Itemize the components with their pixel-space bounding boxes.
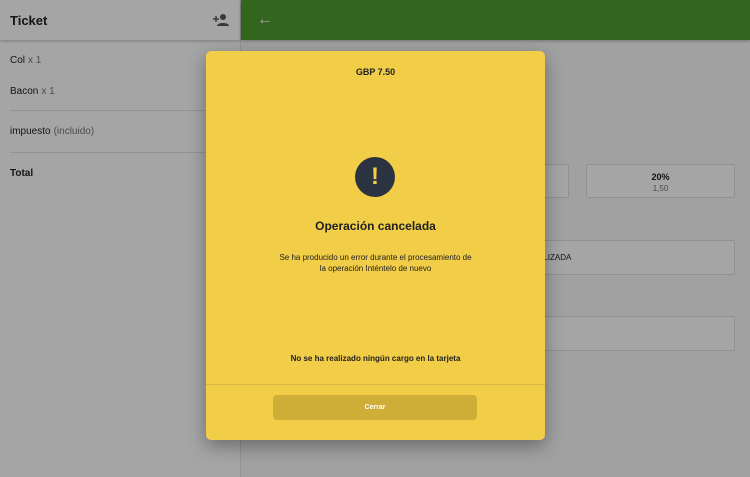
dialog-message: Se ha producido un error durante el proc… [279,253,472,273]
dialog-note: No se ha realizado ningún cargo en la ta… [290,354,461,363]
alert-exclamation-icon: ! [355,157,395,197]
dialog-amount: GBP 7.50 [355,67,396,77]
payment-error-dialog: GBP 7.50 ! Operación cancelada Se ha pro… [206,51,545,440]
divider [206,384,545,385]
dialog-title: Operación cancelada [315,219,436,233]
close-button[interactable]: Cerrar [273,395,477,420]
